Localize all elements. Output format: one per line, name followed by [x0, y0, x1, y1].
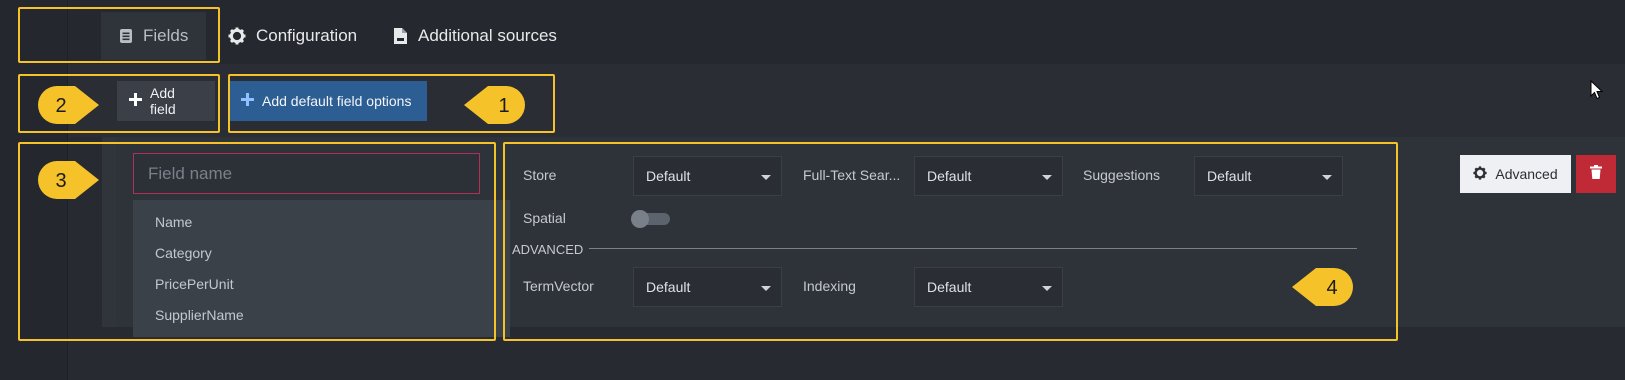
mouse-cursor-icon	[1590, 80, 1604, 100]
callout-1: 1	[464, 86, 525, 124]
callout-2: 2	[38, 86, 99, 124]
callout-3-number: 3	[55, 170, 66, 192]
trash-icon	[1590, 164, 1602, 184]
advanced-button[interactable]: Advanced	[1460, 155, 1571, 193]
highlight-tab-fields	[18, 7, 220, 63]
tab-additional-sources-label: Additional sources	[418, 26, 557, 45]
callout-4: 4	[1292, 268, 1353, 306]
gear-icon	[228, 27, 246, 45]
callout-1-number: 1	[498, 95, 509, 117]
callout-3: 3	[38, 161, 99, 199]
callout-2-number: 2	[55, 95, 66, 117]
gear-icon	[1473, 165, 1487, 183]
tab-additional-sources[interactable]: Additional sources	[393, 12, 557, 60]
file-icon	[393, 27, 408, 45]
delete-field-button[interactable]	[1576, 155, 1616, 193]
tab-configuration-label: Configuration	[256, 26, 358, 45]
highlight-field-options	[503, 142, 1398, 341]
tab-configuration[interactable]: Configuration	[228, 12, 357, 60]
advanced-button-label: Advanced	[1495, 166, 1558, 182]
callout-4-number: 4	[1326, 277, 1337, 299]
